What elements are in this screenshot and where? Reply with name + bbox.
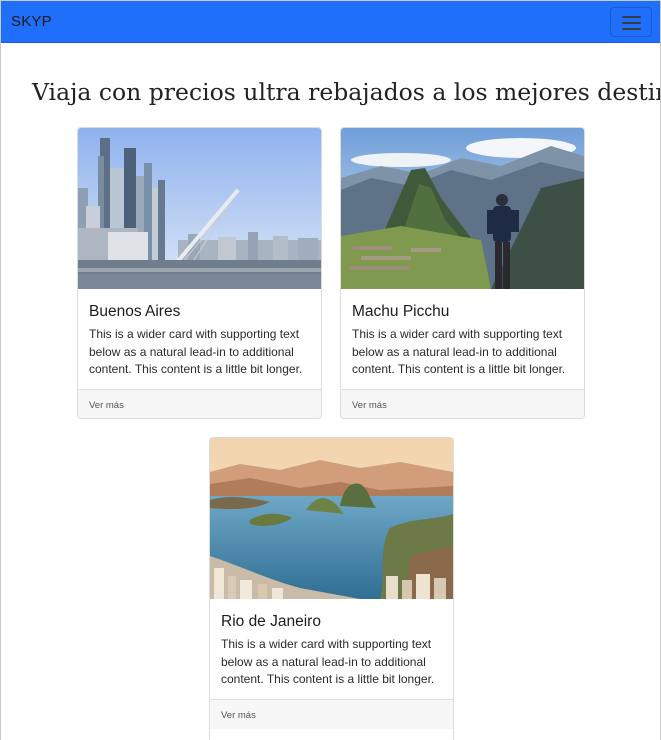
ver-mas-link[interactable]: Ver más bbox=[352, 400, 387, 411]
card-footer: Ver más bbox=[78, 389, 321, 418]
card-text: This is a wider card with supporting tex… bbox=[221, 637, 435, 686]
browser-viewport: SKYP Viaja con precios ultra rebajados a… bbox=[0, 0, 661, 740]
page-title: Viaja con precios ultra rebajados a los … bbox=[32, 78, 661, 106]
navbar-brand[interactable]: SKYP bbox=[11, 13, 52, 30]
card-text: This is a wider card with supporting tex… bbox=[352, 327, 566, 376]
card-rio-de-janeiro: Rio de Janeiro This is a wider card with… bbox=[209, 437, 454, 740]
ver-mas-link[interactable]: Ver más bbox=[221, 710, 256, 721]
card-machu-picchu: Machu Picchu This is a wider card with s… bbox=[340, 127, 585, 419]
card-title: Machu Picchu bbox=[352, 303, 450, 320]
rio-de-janeiro-bay-photo bbox=[210, 438, 453, 599]
card-footer: Ver más bbox=[341, 389, 584, 418]
card-buenos-aires: Buenos Aires This is a wider card with s… bbox=[77, 127, 322, 419]
card-title: Buenos Aires bbox=[89, 303, 181, 320]
ver-mas-link[interactable]: Ver más bbox=[89, 400, 124, 411]
card-text: This is a wider card with supporting tex… bbox=[89, 327, 303, 376]
navbar-toggler-button[interactable] bbox=[610, 7, 652, 37]
card-title: Rio de Janeiro bbox=[221, 613, 321, 630]
buenos-aires-skyline-photo bbox=[78, 128, 321, 289]
machu-picchu-mountain-photo bbox=[341, 128, 584, 289]
card-footer: Ver más bbox=[210, 699, 453, 729]
navbar: SKYP bbox=[1, 1, 660, 43]
